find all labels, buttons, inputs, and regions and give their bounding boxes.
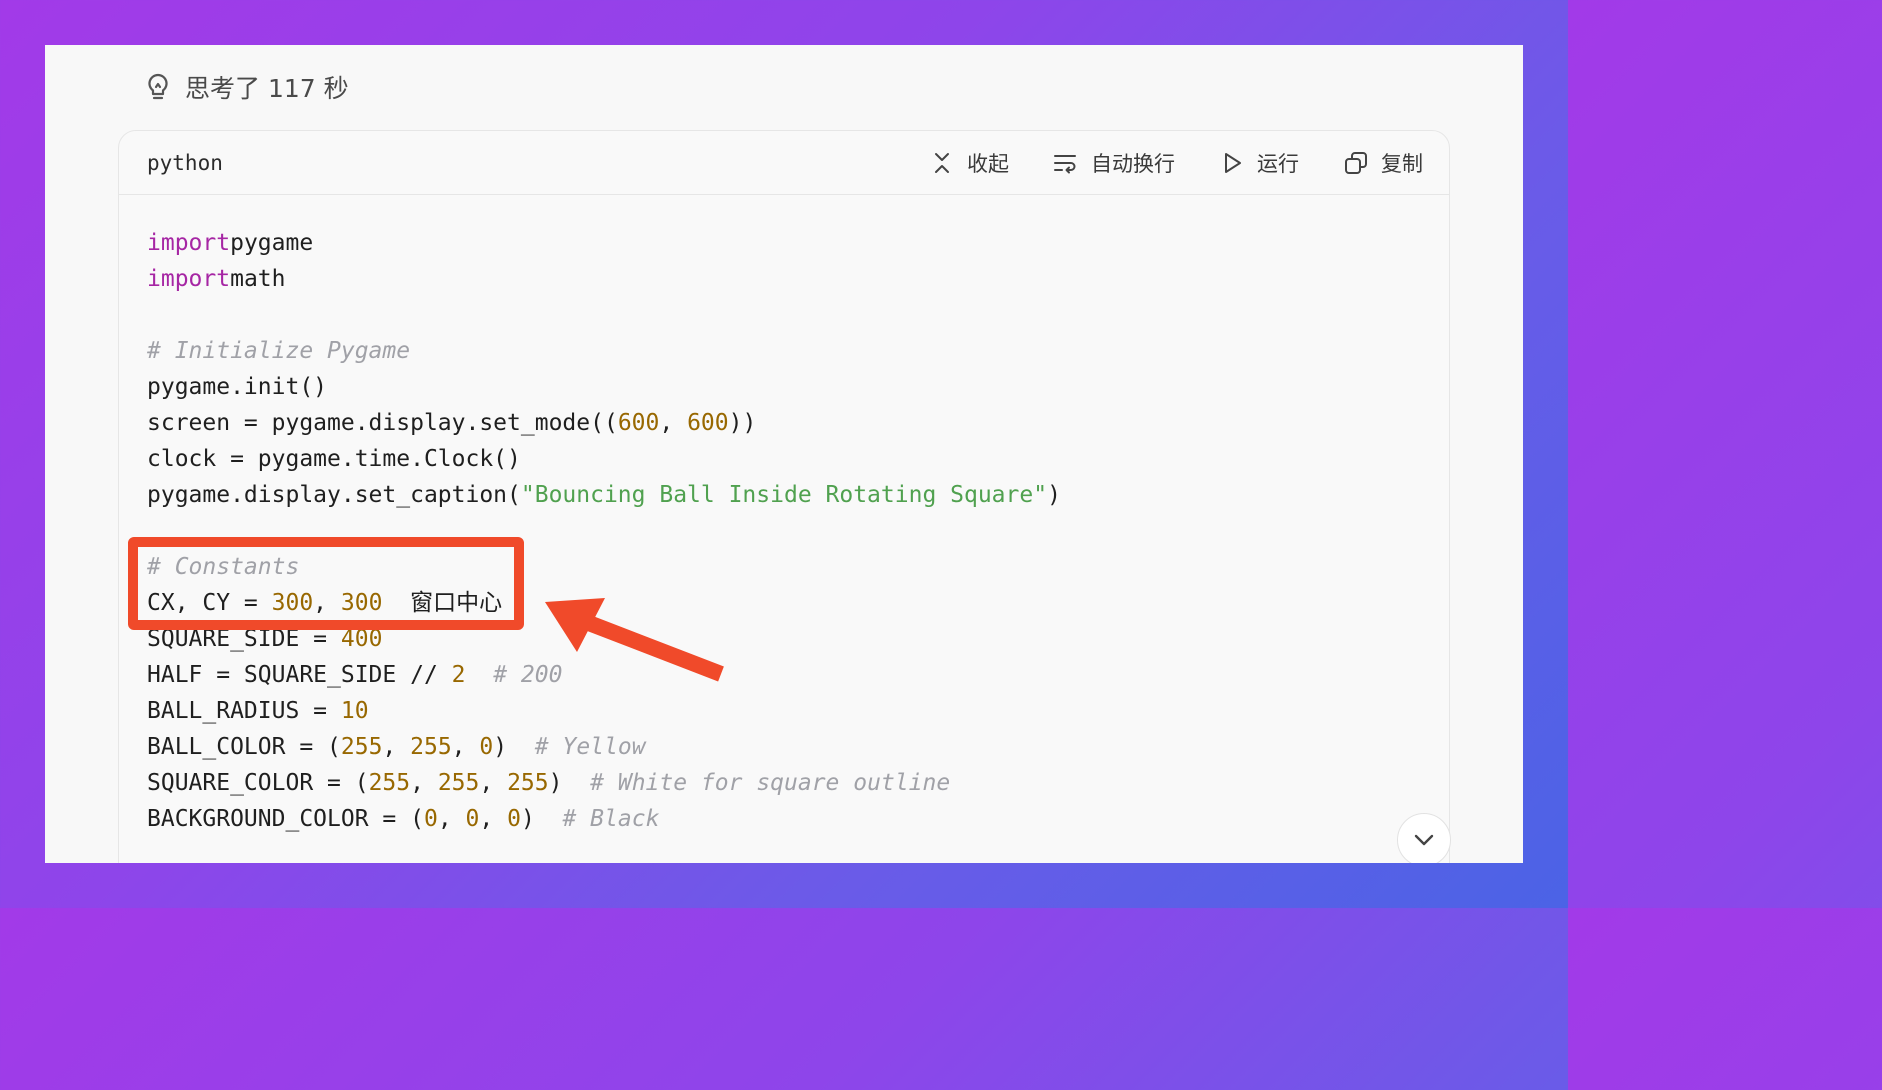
code-language-label: python bbox=[147, 150, 223, 175]
code-line: screen = pygame.display.set_mode((600, 6… bbox=[147, 405, 1061, 441]
code-token: 255 bbox=[437, 770, 480, 796]
code-token: BALL_COLOR = ( bbox=[147, 734, 341, 760]
code-token: # Yellow bbox=[534, 734, 646, 760]
code-token: 255 bbox=[410, 734, 452, 760]
code-token: , bbox=[410, 770, 438, 796]
code-token: BALL_RADIUS = bbox=[147, 698, 341, 724]
code-block-header: python 收起 自动换行 运行 复制 bbox=[119, 131, 1449, 195]
code-token: ) bbox=[1047, 482, 1061, 508]
chat-message-panel: 思考了 117 秒 python 收起 自动换行 运行 复制 importpyg… bbox=[45, 45, 1523, 863]
wrap-button[interactable]: 自动换行 bbox=[1053, 148, 1175, 178]
code-line: pygame.display.set_caption("Bouncing Bal… bbox=[147, 477, 1061, 513]
code-line: pygame.init() bbox=[147, 369, 1061, 405]
code-token: ) bbox=[493, 734, 535, 760]
code-token: 255 bbox=[340, 734, 383, 760]
code-token: 600 bbox=[617, 410, 660, 436]
collapse-label: 收起 bbox=[967, 151, 1009, 176]
code-token: pygame.init() bbox=[147, 374, 328, 400]
code-line: # Initialize Pygame bbox=[147, 333, 1061, 369]
code-token: 255 bbox=[368, 770, 411, 796]
run-button[interactable]: 运行 bbox=[1219, 148, 1299, 178]
code-token: 255 bbox=[507, 770, 549, 796]
code-token: math bbox=[230, 266, 286, 292]
annotation-arrow-icon bbox=[545, 598, 724, 682]
copy-icon bbox=[1343, 150, 1369, 176]
code-token: # White for square outline bbox=[590, 770, 951, 796]
code-line: SQUARE_COLOR = (255, 255, 255) # White f… bbox=[147, 765, 1061, 801]
code-line: BALL_RADIUS = 10 bbox=[147, 693, 1061, 729]
code-token: SQUARE_COLOR = ( bbox=[147, 770, 369, 796]
wrap-icon bbox=[1053, 150, 1079, 176]
code-token: ) bbox=[520, 806, 563, 832]
code-token: HALF = SQUARE_SIDE // bbox=[147, 662, 452, 688]
run-label: 运行 bbox=[1257, 151, 1299, 176]
annotation-highlight-box bbox=[128, 537, 524, 630]
code-block-actions: 收起 自动换行 运行 复制 bbox=[885, 148, 1423, 178]
code-content[interactable]: importpygame importmath # Initialize Pyga… bbox=[147, 225, 1061, 837]
thinking-summary[interactable]: 思考了 117 秒 bbox=[145, 67, 349, 107]
code-token: , bbox=[451, 734, 480, 760]
copy-label: 复制 bbox=[1381, 151, 1423, 176]
code-token: , bbox=[437, 806, 466, 832]
scroll-down-button[interactable] bbox=[1397, 813, 1451, 863]
code-token: screen = pygame.display.set_mode(( bbox=[147, 410, 618, 436]
code-token: import bbox=[147, 230, 231, 256]
code-token: 0 bbox=[465, 806, 480, 832]
code-token: 10 bbox=[340, 698, 369, 724]
collapse-button[interactable]: 收起 bbox=[929, 148, 1009, 178]
code-token: # Black bbox=[562, 806, 660, 832]
collapse-icon bbox=[929, 150, 955, 176]
code-line: BACKGROUND_COLOR = (0, 0, 0) # Black bbox=[147, 801, 1061, 837]
code-line: BALL_COLOR = (255, 255, 0) # Yellow bbox=[147, 729, 1061, 765]
code-token: , bbox=[479, 770, 508, 796]
wrap-label: 自动换行 bbox=[1091, 151, 1175, 176]
code-line: importpygame bbox=[147, 225, 1061, 261]
code-token: "Bouncing Ball Inside Rotating Square" bbox=[520, 482, 1048, 508]
copy-button[interactable]: 复制 bbox=[1343, 148, 1423, 178]
code-token: pygame.display.set_caption( bbox=[147, 482, 521, 508]
code-token: 0 bbox=[507, 806, 521, 832]
code-block: python 收起 自动换行 运行 复制 importpygame import… bbox=[118, 130, 1450, 863]
lightbulb-icon bbox=[145, 72, 171, 102]
code-token: , bbox=[479, 806, 508, 832]
play-icon bbox=[1219, 150, 1245, 176]
chevron-down-icon bbox=[1414, 834, 1434, 846]
code-token: import bbox=[147, 266, 231, 292]
code-token: # Initialize Pygame bbox=[147, 338, 411, 364]
code-line: importmath bbox=[147, 261, 1061, 297]
code-token: 0 bbox=[479, 734, 494, 760]
code-token: 2 bbox=[451, 662, 466, 688]
code-token: ) bbox=[548, 770, 591, 796]
code-token: 600 bbox=[687, 410, 729, 436]
code-token: BACKGROUND_COLOR = ( bbox=[147, 806, 424, 832]
code-token: , bbox=[659, 410, 688, 436]
code-token: 0 bbox=[423, 806, 438, 832]
thinking-label: 思考了 117 秒 bbox=[185, 74, 349, 103]
code-token: clock = pygame.time.Clock() bbox=[147, 446, 521, 472]
code-token: pygame bbox=[230, 230, 314, 256]
code-token: , bbox=[382, 734, 411, 760]
code-line: clock = pygame.time.Clock() bbox=[147, 441, 1061, 477]
code-token: )) bbox=[728, 410, 757, 436]
